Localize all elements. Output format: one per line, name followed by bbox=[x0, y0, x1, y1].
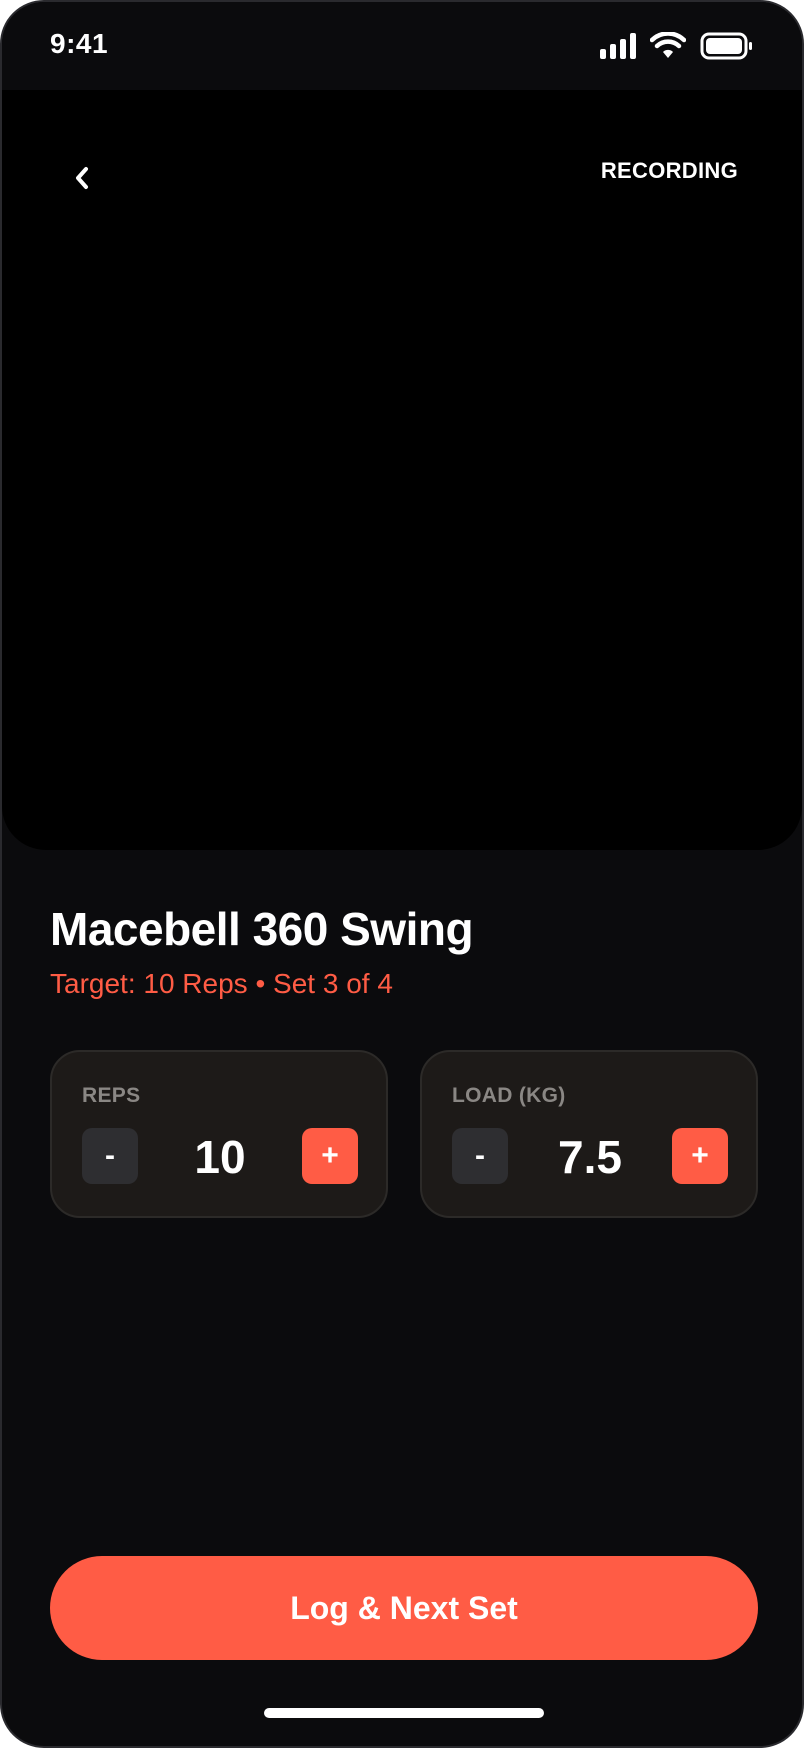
wifi-icon bbox=[650, 32, 686, 58]
signal-icon bbox=[600, 33, 636, 59]
back-button[interactable] bbox=[58, 154, 106, 202]
exercise-target: Target: 10 Reps • Set 3 of 4 bbox=[50, 968, 393, 999]
reps-value: 10 bbox=[194, 1131, 246, 1183]
log-next-set-button[interactable]: Log & Next Set bbox=[50, 1556, 758, 1660]
reps-decrement-button[interactable]: - bbox=[82, 1128, 138, 1184]
phone-screen: 9:41 RECORDING Macebell 360 Swing Target… bbox=[0, 0, 804, 1748]
recording-label: RECORDING bbox=[600, 158, 738, 183]
load-decrement-button[interactable]: - bbox=[452, 1128, 508, 1184]
camera-preview: RECORDING bbox=[2, 90, 802, 850]
chevron-left-icon bbox=[76, 167, 88, 189]
status-icons bbox=[600, 32, 754, 60]
load-value: 7.5 bbox=[558, 1131, 622, 1183]
load-stepper: LOAD (KG) - 7.5 + bbox=[420, 1050, 758, 1218]
status-time: 9:41 bbox=[50, 28, 109, 59]
reps-label: REPS bbox=[82, 1084, 141, 1107]
reps-increment-button[interactable]: + bbox=[302, 1128, 358, 1184]
home-indicator[interactable] bbox=[264, 1708, 544, 1718]
load-increment-button[interactable]: + bbox=[672, 1128, 728, 1184]
battery-icon bbox=[700, 32, 752, 60]
reps-stepper: REPS - 10 + bbox=[50, 1050, 388, 1218]
status-bar: 9:41 bbox=[2, 2, 802, 90]
load-label: LOAD (KG) bbox=[452, 1084, 566, 1107]
exercise-title: Macebell 360 Swing bbox=[50, 903, 474, 955]
